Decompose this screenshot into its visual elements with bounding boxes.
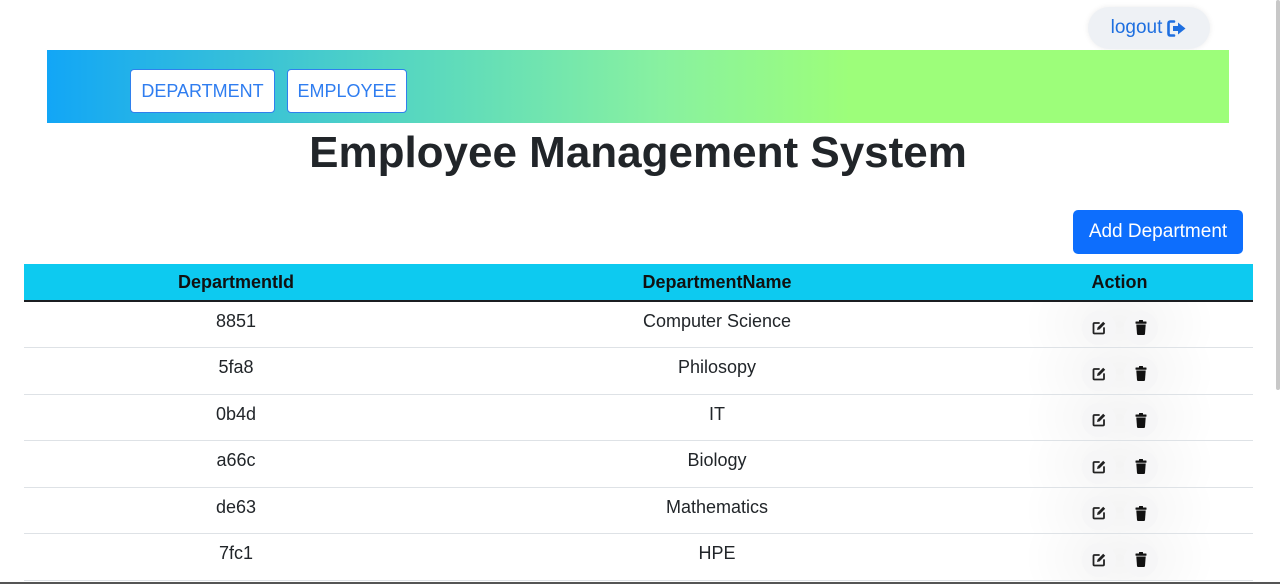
delete-button[interactable] bbox=[1123, 356, 1158, 391]
department-id-text: 5fa8 bbox=[218, 357, 254, 378]
nav-employee-button[interactable]: EMPLOYEE bbox=[287, 69, 407, 113]
row-actions bbox=[986, 542, 1253, 577]
trash-icon bbox=[1135, 552, 1147, 568]
action-cell bbox=[986, 533, 1253, 581]
edit-button[interactable] bbox=[1081, 310, 1116, 345]
edit-icon bbox=[1092, 321, 1106, 335]
trash-icon bbox=[1135, 412, 1147, 428]
department-id-text: de63 bbox=[215, 496, 257, 517]
department-name-text: Philosopy bbox=[677, 357, 757, 378]
department-name-text: IT bbox=[709, 403, 725, 424]
department-id-text: a66c bbox=[216, 450, 256, 471]
row-actions bbox=[986, 403, 1253, 438]
add-department-button[interactable]: Add Department bbox=[1073, 210, 1243, 254]
delete-button[interactable] bbox=[1123, 310, 1158, 345]
navbar: DEPARTMENT EMPLOYEE bbox=[47, 50, 1229, 123]
action-cell bbox=[986, 440, 1253, 488]
department-name-text: Biology bbox=[687, 450, 747, 471]
action-cell bbox=[986, 394, 1253, 441]
nav-department-button[interactable]: DEPARTMENT bbox=[130, 69, 275, 113]
delete-button[interactable] bbox=[1123, 496, 1158, 531]
edit-button[interactable] bbox=[1081, 403, 1116, 438]
department-id-cell: a66c bbox=[24, 440, 448, 488]
edit-icon bbox=[1092, 460, 1106, 474]
delete-button[interactable] bbox=[1123, 449, 1158, 484]
table-body: 8851 Computer Science 5fa8 Philosopy 0b4… bbox=[24, 301, 1253, 581]
column-header-department-name: DepartmentName bbox=[448, 264, 986, 302]
department-name-cell: Philosopy bbox=[448, 347, 986, 395]
trash-icon bbox=[1135, 459, 1147, 475]
table-row: 5fa8 Philosopy bbox=[24, 347, 1253, 395]
department-id-cell: 7fc1 bbox=[24, 533, 448, 581]
department-name-text: Mathematics bbox=[665, 496, 769, 517]
row-actions bbox=[986, 310, 1253, 345]
page-title: Employee Management System bbox=[309, 128, 967, 177]
trash-icon bbox=[1135, 366, 1147, 382]
delete-button[interactable] bbox=[1123, 403, 1158, 438]
edit-icon bbox=[1092, 367, 1106, 381]
table-header-row: DepartmentId DepartmentName Action bbox=[24, 264, 1253, 302]
edit-button[interactable] bbox=[1081, 449, 1116, 484]
page: logout DEPARTMENT EMPLOYEE Employee Mana… bbox=[0, 0, 1280, 584]
department-name-text: HPE bbox=[698, 543, 736, 564]
edit-icon bbox=[1092, 553, 1106, 567]
department-name-cell: Mathematics bbox=[448, 487, 986, 534]
edit-icon bbox=[1092, 506, 1106, 520]
table-row: de63 Mathematics bbox=[24, 487, 1253, 534]
action-cell bbox=[986, 301, 1253, 348]
sign-out-icon bbox=[1167, 19, 1187, 37]
table-row: a66c Biology bbox=[24, 440, 1253, 488]
table-row: 7fc1 HPE bbox=[24, 533, 1253, 581]
edit-button[interactable] bbox=[1081, 356, 1116, 391]
department-name-cell: IT bbox=[448, 394, 986, 441]
department-table: DepartmentId DepartmentName Action 8851 … bbox=[24, 264, 1253, 581]
department-name-cell: Biology bbox=[448, 440, 986, 488]
column-header-action: Action bbox=[986, 264, 1253, 302]
logout-label: logout bbox=[1110, 17, 1163, 38]
trash-icon bbox=[1135, 320, 1147, 335]
department-table-wrapper: DepartmentId DepartmentName Action 8851 … bbox=[24, 264, 1253, 581]
department-id-cell: 5fa8 bbox=[24, 347, 448, 395]
action-cell bbox=[986, 487, 1253, 534]
department-id-text: 7fc1 bbox=[218, 543, 254, 564]
department-id-text: 0b4d bbox=[215, 403, 257, 424]
logout-button[interactable]: logout bbox=[1088, 7, 1210, 49]
department-name-text: Computer Science bbox=[642, 311, 792, 331]
department-name-cell: Computer Science bbox=[448, 301, 986, 348]
trash-icon bbox=[1135, 505, 1147, 521]
action-cell bbox=[986, 347, 1253, 395]
edit-button[interactable] bbox=[1081, 496, 1116, 531]
department-id-text: 8851 bbox=[215, 311, 257, 331]
scrollbar[interactable] bbox=[1276, 0, 1280, 390]
edit-icon bbox=[1092, 413, 1106, 427]
table-row: 8851 Computer Science bbox=[24, 301, 1253, 348]
table-row: 0b4d IT bbox=[24, 394, 1253, 441]
delete-button[interactable] bbox=[1123, 542, 1158, 577]
edit-button[interactable] bbox=[1081, 542, 1116, 577]
department-name-cell: HPE bbox=[448, 533, 986, 581]
row-actions bbox=[986, 496, 1253, 531]
row-actions bbox=[986, 449, 1253, 484]
department-id-cell: 0b4d bbox=[24, 394, 448, 441]
row-actions bbox=[986, 356, 1253, 391]
department-id-cell: 8851 bbox=[24, 301, 448, 348]
department-id-cell: de63 bbox=[24, 487, 448, 534]
column-header-department-id: DepartmentId bbox=[24, 264, 448, 302]
